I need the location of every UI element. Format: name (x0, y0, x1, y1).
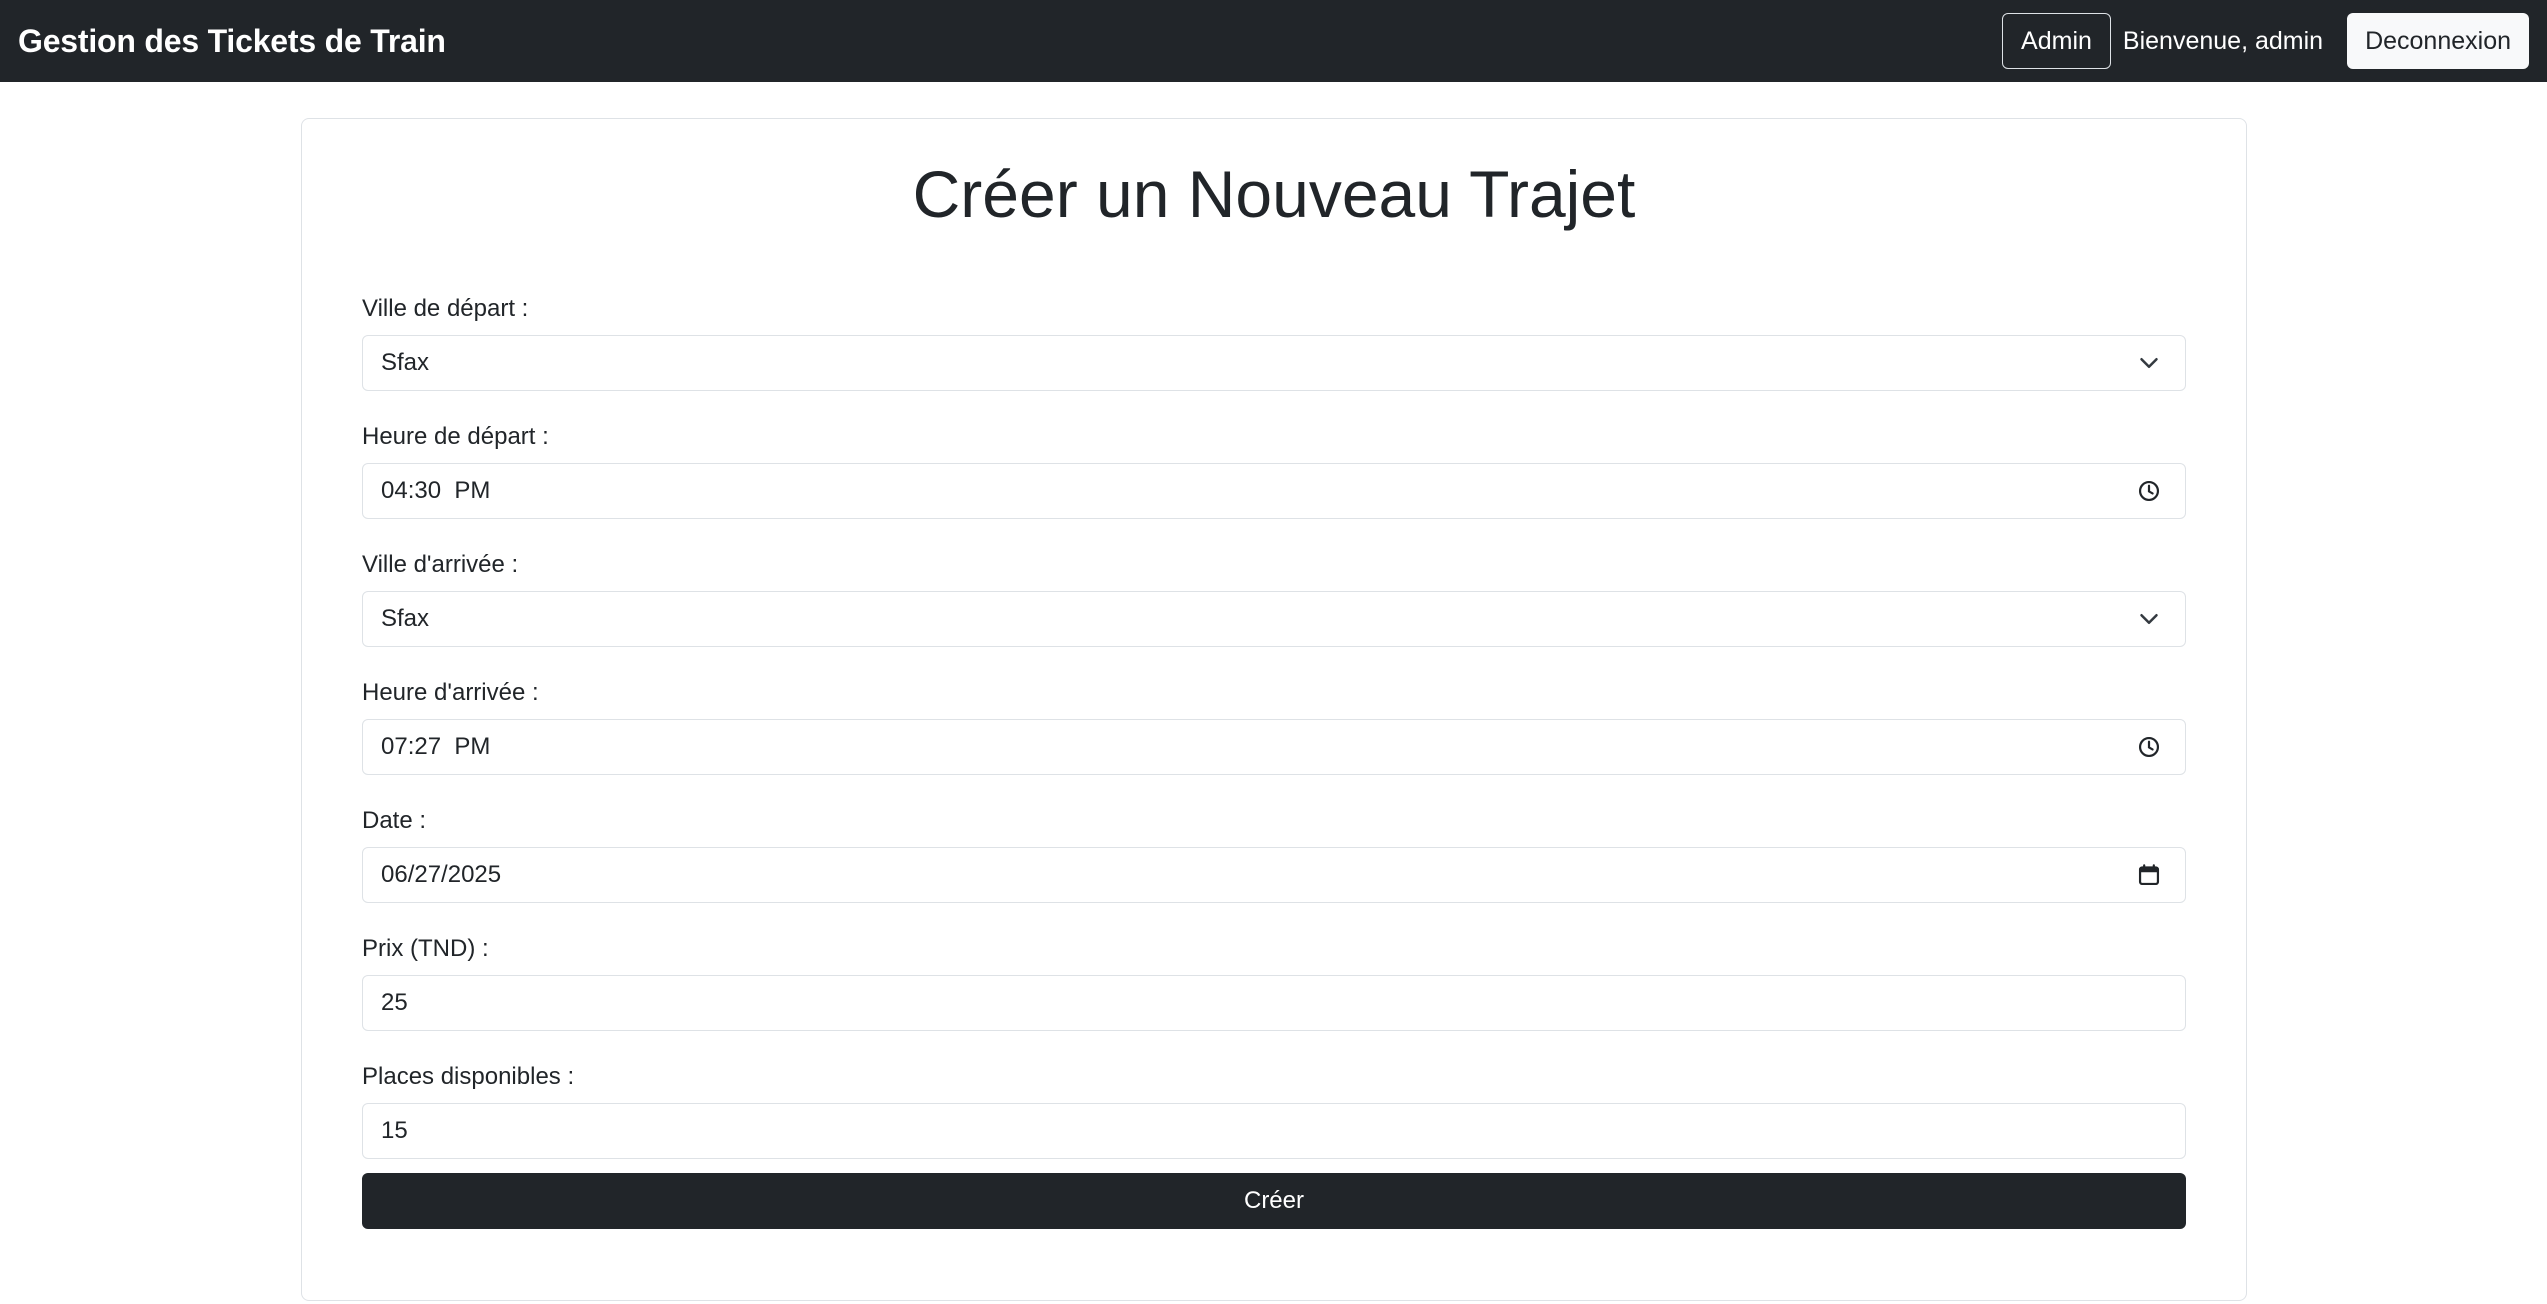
page-title: Créer un Nouveau Trajet (912, 157, 1636, 231)
app-brand[interactable]: Gestion des Tickets de Train (18, 23, 446, 60)
create-trip-card: Créer un Nouveau Trajet Ville de départ … (301, 118, 2247, 1301)
price-field: Prix (TND) : 25 (362, 931, 2186, 1059)
date-value: 06/27/2025 (381, 861, 502, 888)
arrival-city-select[interactable]: Sfax (362, 591, 2186, 647)
date-input[interactable]: 06/27/2025 (362, 847, 2186, 903)
arrival-time-label: Heure d'arrivée : (362, 679, 539, 706)
price-value: 25 (381, 989, 408, 1016)
arrival-time-field: Heure d'arrivée : 07:27 PM (362, 675, 2186, 803)
arrival-time-value: 07:27 PM (381, 733, 491, 760)
chevron-down-icon (2137, 607, 2161, 631)
departure-time-input[interactable]: 04:30 PM (362, 463, 2186, 519)
departure-city-value: Sfax (381, 349, 430, 376)
top-navbar: Gestion des Tickets de Train Admin Bienv… (0, 0, 2547, 82)
logout-button[interactable]: Deconnexion (2347, 13, 2529, 69)
chevron-down-icon (2137, 351, 2161, 375)
navbar-actions: Admin Bienvenue, admin Deconnexion (2002, 0, 2529, 82)
seats-label: Places disponibles : (362, 1063, 575, 1090)
date-field: Date : 06/27/2025 (362, 803, 2186, 931)
price-label: Prix (TND) : (362, 935, 489, 962)
arrival-city-value: Sfax (381, 605, 430, 632)
clock-icon[interactable] (2137, 479, 2161, 503)
departure-city-field: Ville de départ : Sfax (362, 291, 2186, 419)
departure-city-label: Ville de départ : (362, 295, 529, 322)
seats-input[interactable]: 15 (362, 1103, 2186, 1159)
price-input[interactable]: 25 (362, 975, 2186, 1031)
seats-field: Places disponibles : 15 (362, 1059, 2186, 1187)
departure-time-field: Heure de départ : 04:30 PM (362, 419, 2186, 547)
admin-button[interactable]: Admin (2002, 13, 2111, 69)
arrival-city-field: Ville d'arrivée : Sfax (362, 547, 2186, 675)
departure-time-label: Heure de départ : (362, 423, 549, 450)
departure-city-select[interactable]: Sfax (362, 335, 2186, 391)
create-trip-form: Ville de départ : Sfax Heure de départ :… (362, 291, 2186, 1229)
arrival-city-label: Ville d'arrivée : (362, 551, 519, 578)
welcome-text: Bienvenue, admin (2122, 26, 2324, 55)
date-label: Date : (362, 807, 427, 834)
calendar-icon[interactable] (2137, 863, 2161, 887)
departure-time-value: 04:30 PM (381, 477, 491, 504)
seats-value: 15 (381, 1117, 408, 1144)
create-button[interactable]: Créer (362, 1173, 2186, 1229)
arrival-time-input[interactable]: 07:27 PM (362, 719, 2186, 775)
clock-icon[interactable] (2137, 735, 2161, 759)
